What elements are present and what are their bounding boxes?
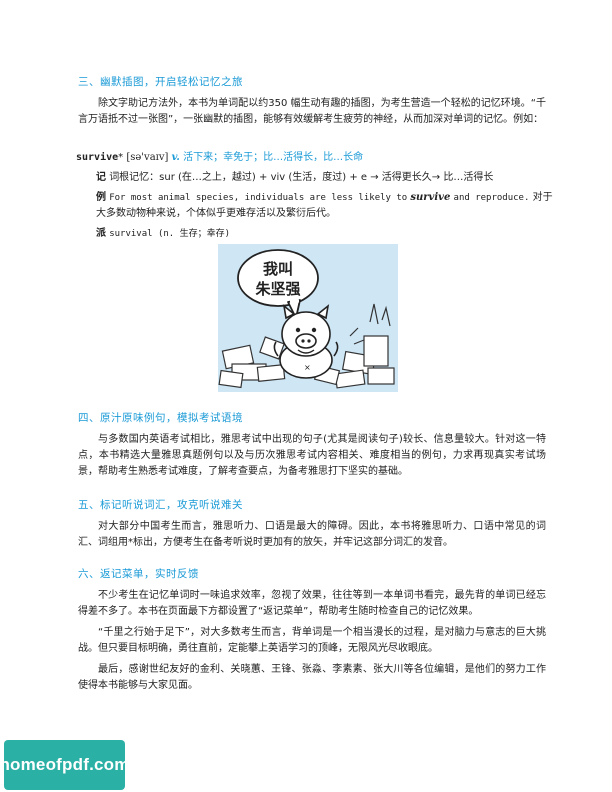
example-label: 例	[96, 192, 106, 203]
example-zh: 大多数动物种来说，个体似乎更难存活以及繁衍后代。	[96, 208, 336, 219]
section-paragraph-acknowledgements: 最后，感谢世纪友好的金利、关晓蕙、王锋、张淼、李素素、张大川等各位编辑，是他们的…	[78, 664, 546, 691]
phonetic: [sə'vaɪv]	[126, 152, 169, 163]
section-heading-illustrations: 三、幽默插图，开启轻松记忆之旅	[78, 76, 243, 88]
section-heading-review: 六、返记菜单，实时反馈	[78, 568, 199, 580]
example-line-1: 例 For most animal species, individuals a…	[96, 191, 553, 205]
derivative-label: 派	[96, 228, 106, 239]
section-paragraph-review-2: “千里之行始于足下”，对大多数考生而言，背单词是一个相当漫长的过程，是对脑力与意…	[78, 627, 546, 654]
watermark-text: homeofpdf.com	[0, 755, 130, 774]
section-paragraph-review-1: 不少考生在记忆单词时一味追求效率，忽视了效果，往往等到一本单词书看完，最先背的单…	[78, 590, 546, 617]
memo-text: 词根记忆：sur (在…之上，越过) + viv (生活，度过) + e → 活…	[109, 172, 494, 183]
definition: 活下来；幸免于；比…活得长，比…长命	[183, 152, 364, 163]
example-zh-start: 对于	[532, 192, 553, 203]
svg-text:×: ×	[304, 363, 311, 372]
headword: survive	[76, 152, 119, 163]
memo-line: 记 词根记忆：sur (在…之上，越过) + viv (生活，度过) + e →…	[96, 171, 493, 185]
watermark-logo: homeofpdf.com	[0, 740, 129, 790]
example-line-2: 大多数动物种来说，个体似乎更难存活以及繁衍后代。	[96, 207, 336, 221]
section-heading-listening: 五、标记听说词汇，攻克听说难关	[78, 499, 243, 511]
entry-headword-line: survive* [sə'vaɪv] v. 活下来；幸免于；比…活得长，比…长命	[76, 151, 363, 165]
part-of-speech: v.	[171, 152, 180, 163]
speech-line-1: 我叫	[263, 260, 293, 278]
cartoon-pig-illustration: 我叫 朱坚强 ×	[218, 244, 398, 392]
example-en-after: and reproduce.	[453, 193, 530, 203]
example-en-before: For most animal species, individuals are…	[109, 193, 408, 203]
section-paragraph-listening: 对大部分中国考生而言，雅思听力、口语是最大的障碍。因此，本书将雅思听力、口语中常…	[78, 521, 546, 548]
derivative-text: survival (n. 生存；幸存)	[109, 229, 231, 239]
section-paragraph-illustrations: 除文字助记方法外，本书为单词配以约350 幅生动有趣的插图，为考生营造一个轻松的…	[78, 98, 546, 125]
derivative-line: 派 survival (n. 生存；幸存)	[96, 227, 230, 241]
memo-label: 记	[96, 172, 106, 183]
section-heading-examples: 四、原汁原味例句，模拟考试语境	[78, 412, 243, 424]
speech-line-2: 朱坚强	[255, 280, 300, 298]
section-paragraph-examples: 与多数国内英语考试相比，雅思考试中出现的句子(尤其是阅读句子)较长、信息量较大。…	[78, 434, 546, 477]
example-en-word: survive	[410, 192, 451, 203]
listening-mark: *	[118, 152, 124, 163]
